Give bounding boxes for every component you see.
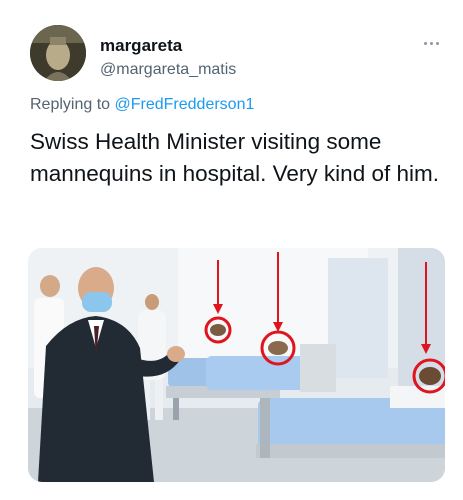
more-horizontal-icon[interactable]: [421, 38, 441, 48]
replying-to-label: Replying to: [30, 96, 115, 113]
tweet-text: Swiss Health Minister visiting some mann…: [30, 129, 439, 186]
tweet-card: margareta @margareta_matis Replying to @…: [0, 0, 463, 500]
display-name[interactable]: margareta: [100, 36, 182, 56]
user-handle[interactable]: @margareta_matis: [100, 61, 236, 79]
avatar-image: [30, 25, 86, 81]
replying-to-line: Replying to @FredFredderson1: [30, 96, 254, 114]
tweet-photo[interactable]: [28, 248, 445, 482]
hospital-photo-illustration: [28, 248, 445, 482]
reply-mention-link[interactable]: @FredFredderson1: [115, 96, 255, 113]
avatar[interactable]: [30, 25, 86, 81]
